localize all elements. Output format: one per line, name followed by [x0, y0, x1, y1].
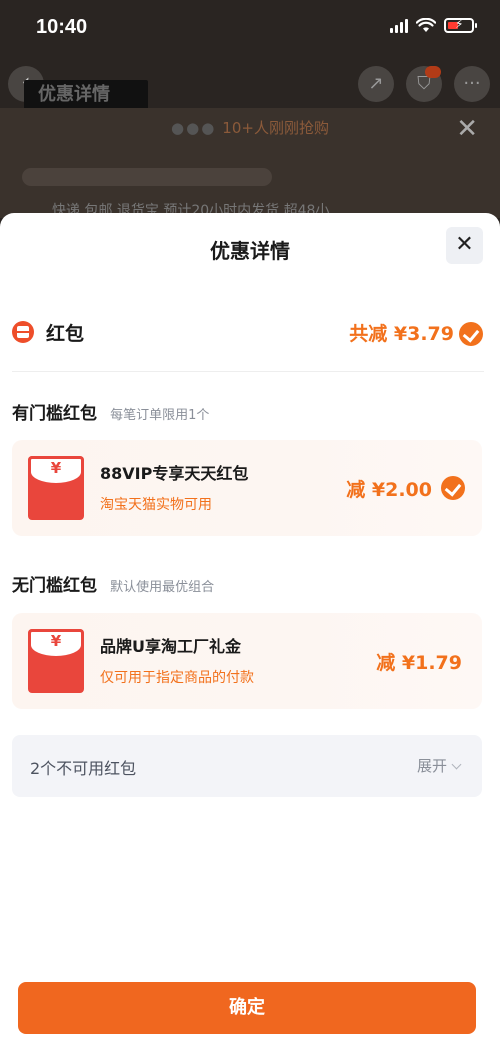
unavailable-label: 2个不可用红包	[30, 759, 137, 778]
group-title: 有门槛红包	[12, 404, 97, 424]
status-icons: ⚡	[390, 17, 477, 33]
blurred-text	[22, 168, 272, 186]
expand-button[interactable]: 展开	[417, 755, 462, 776]
share-icon[interactable]: ↗	[358, 66, 394, 102]
confirm-button[interactable]: 确定	[18, 982, 476, 1034]
background-card: ●●● 10+人刚刚抢购 ✕ 快递 包邮 退货宝 预计20小时内发货 超48小	[0, 108, 500, 219]
coupon-amount: 减 ¥2.00	[346, 479, 432, 501]
no-threshold-group-header: 无门槛红包 默认使用最优组合	[12, 571, 214, 596]
group-note: 默认使用最优组合	[110, 580, 215, 595]
more-icon[interactable]: ···	[454, 66, 490, 102]
close-icon: ✕	[455, 232, 474, 257]
battery-icon: ⚡	[444, 17, 477, 33]
coupon-name: 88VIP专享天天红包	[100, 464, 249, 483]
close-button[interactable]: ✕	[446, 227, 483, 264]
signal-icon	[390, 18, 408, 33]
red-envelope-icon: ¥	[28, 456, 84, 520]
sheet-title: 优惠详情	[210, 239, 290, 263]
red-envelope-section-header: 红包 共减 ¥3.79	[12, 321, 484, 367]
group-title: 无门槛红包	[12, 576, 97, 596]
coupon-desc: 淘宝天猫实物可用	[100, 497, 212, 513]
check-icon[interactable]	[459, 322, 483, 346]
avatar-group-icon: ●●●	[171, 119, 217, 137]
divider	[12, 371, 484, 372]
cart-badge	[425, 66, 441, 78]
background-grab-banner: ●●● 10+人刚刚抢购	[171, 119, 329, 137]
status-bar: 10:40 ⚡	[0, 0, 500, 56]
coupon-amount: 减 ¥1.79	[376, 652, 462, 674]
red-envelope-icon: ¥	[28, 629, 84, 693]
group-note: 每笔订单限用1个	[110, 408, 210, 423]
section-label: 红包	[46, 323, 85, 345]
threshold-group-header: 有门槛红包 每笔订单限用1个	[12, 399, 209, 424]
coupon-88vip[interactable]: ¥ 88VIP专享天天红包 淘宝天猫实物可用 减 ¥2.00	[12, 440, 482, 536]
red-envelope-icon	[12, 321, 34, 343]
clock: 10:40	[36, 16, 88, 38]
chevron-down-icon	[451, 759, 462, 770]
total-discount: 共减 ¥3.79	[349, 323, 454, 345]
background-close-icon[interactable]: ✕	[456, 114, 478, 144]
wifi-icon	[416, 18, 436, 32]
unavailable-coupons-row[interactable]: 2个不可用红包 展开	[12, 735, 482, 797]
background-title: 优惠详情	[24, 80, 148, 110]
coupon-name: 品牌U享淘工厂礼金	[100, 637, 241, 656]
background-nav-bar: ‹ 优惠详情 ↗ ⛉ ···	[0, 60, 500, 112]
coupon-desc: 仅可用于指定商品的付款	[100, 670, 254, 686]
discount-details-sheet: 优惠详情 ✕ 红包 共减 ¥3.79 有门槛红包 每笔订单限用1个 ¥ 88VI…	[0, 213, 500, 1047]
coupon-brand-gift[interactable]: ¥ 品牌U享淘工厂礼金 仅可用于指定商品的付款 减 ¥1.79	[12, 613, 482, 709]
check-icon[interactable]	[441, 476, 465, 500]
